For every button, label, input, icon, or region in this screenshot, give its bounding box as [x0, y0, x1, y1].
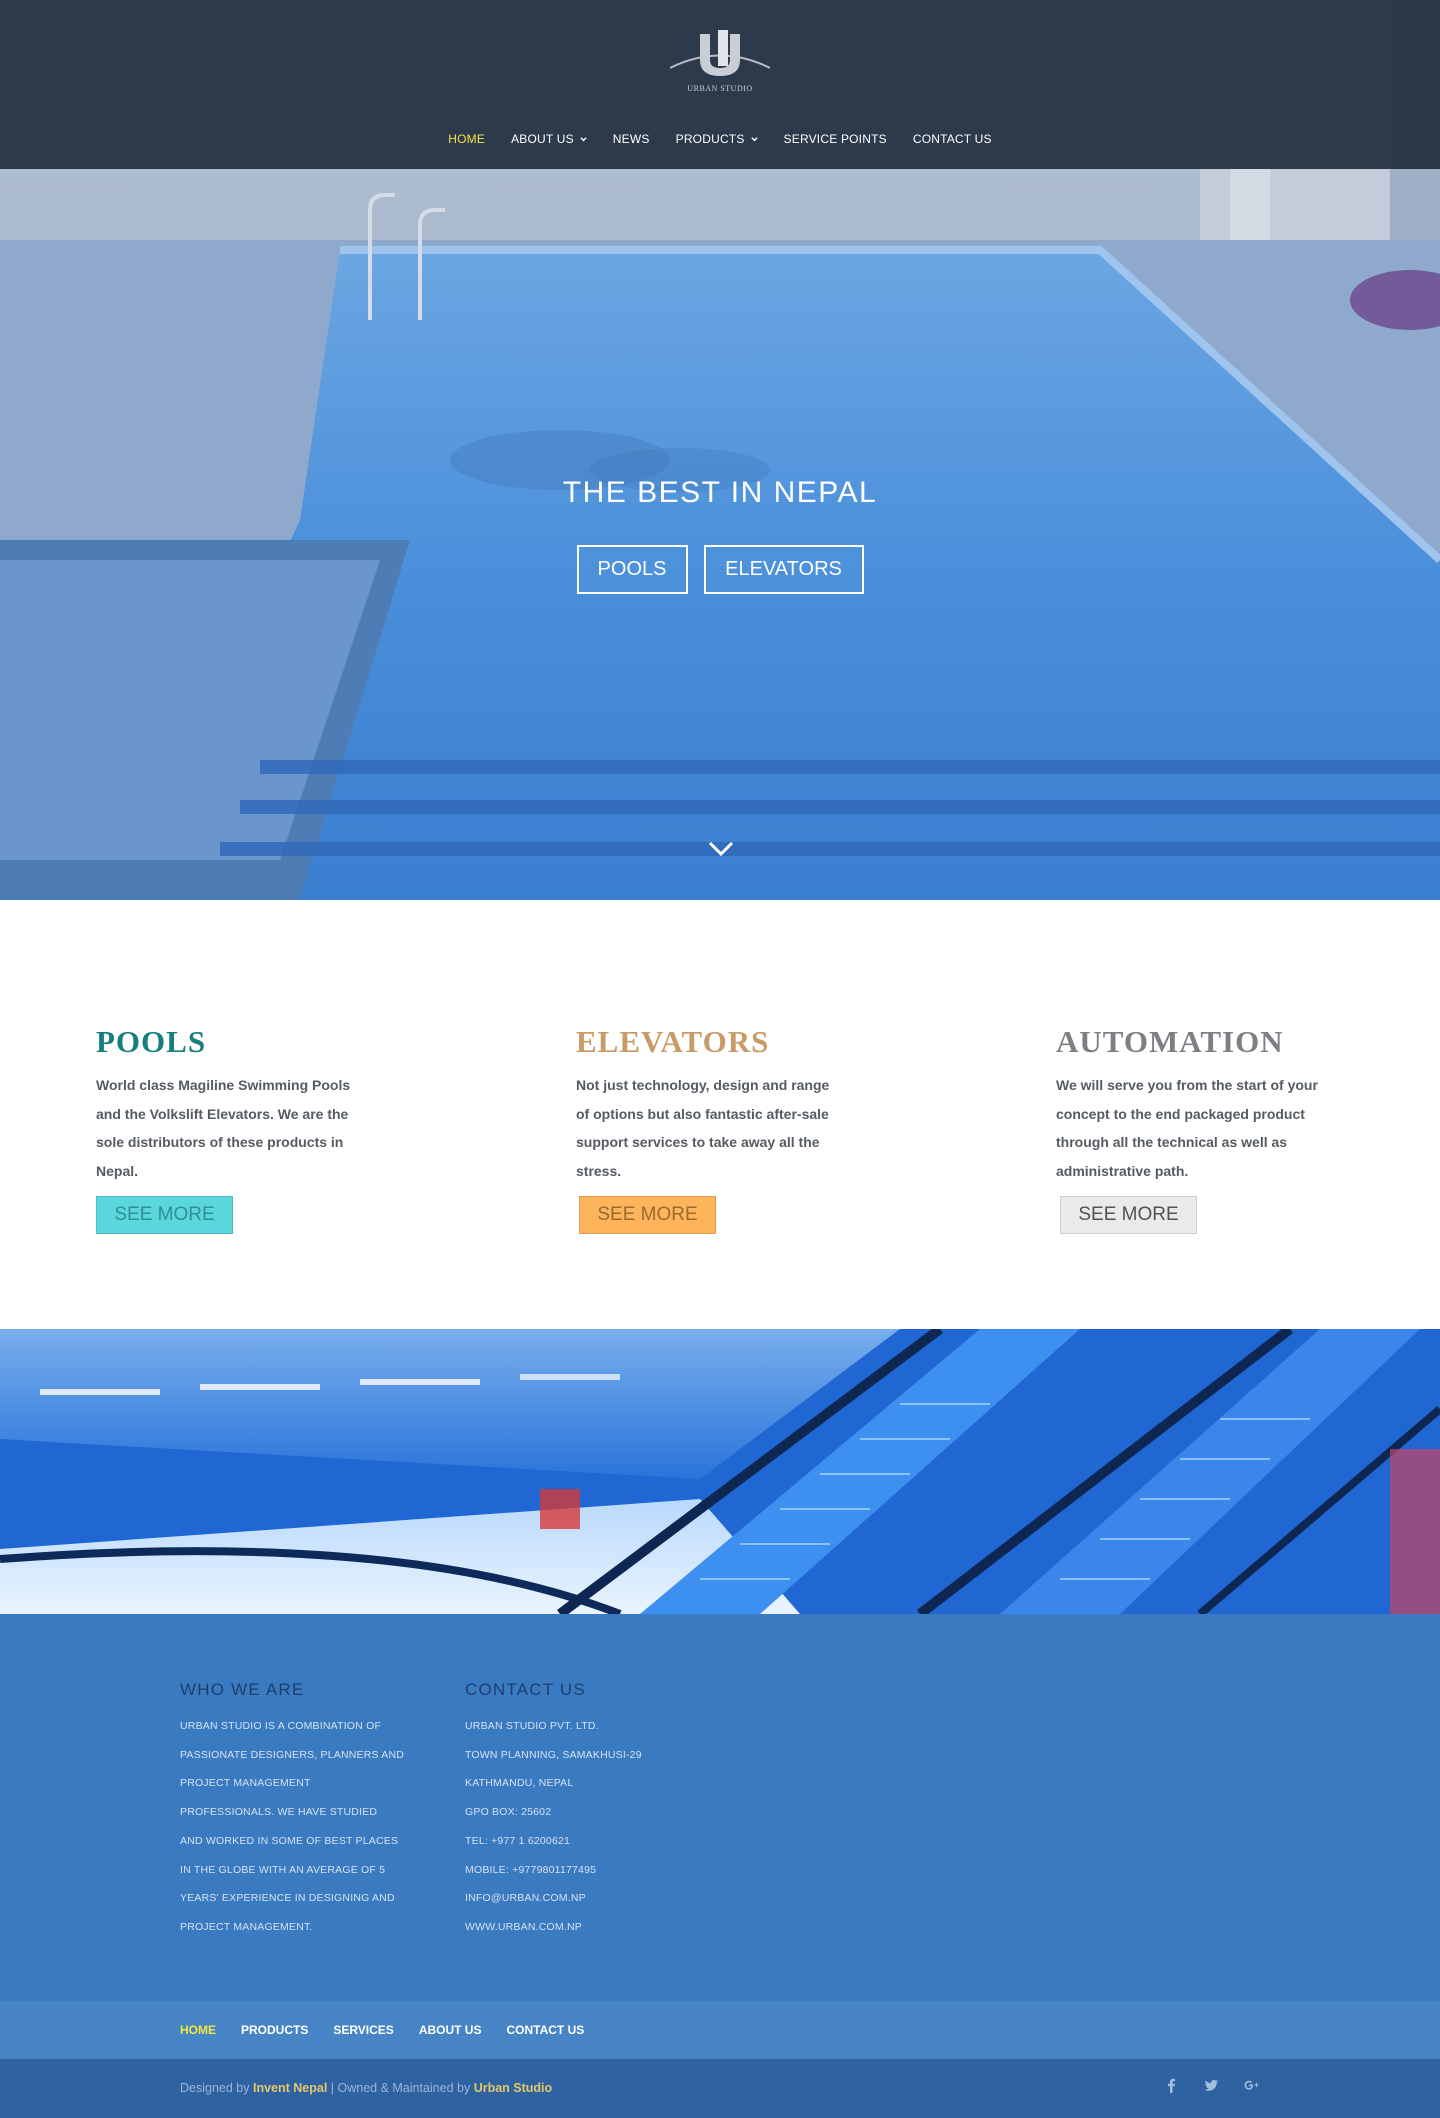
- feature-description: World class Magiline Swimming Pools and …: [96, 1077, 351, 1179]
- footer-text-line: GPO BOX: 25602: [465, 1806, 552, 1819]
- feature-title: POOLS: [96, 1024, 207, 1059]
- google-plus-icon[interactable]: [1244, 2078, 1259, 2093]
- nav-item-label: HOME: [448, 132, 486, 146]
- footer-text-line: TOWN PLANNING, SAMAKHUSI-29: [465, 1748, 642, 1761]
- feature-elevators: ELEVATORS Not just technology, design an…: [576, 1024, 866, 1234]
- nav-item-label: PRODUCTS: [675, 132, 745, 146]
- footer-text-line: YEARS' EXPERIENCE IN DESIGNING AND: [180, 1892, 395, 1905]
- footer-text-line: KATHMANDU, NEPAL: [465, 1777, 574, 1790]
- twitter-icon[interactable]: [1204, 2078, 1219, 2093]
- footer-text-line: TEL: +977 1 6200621: [465, 1834, 571, 1847]
- social-links: [1164, 2078, 1259, 2093]
- see-more-elevators-button[interactable]: SEE MORE: [579, 1196, 716, 1234]
- elevators-button[interactable]: ELEVATORS: [703, 545, 864, 594]
- feature-description: We will serve you from the start of your…: [1056, 1077, 1318, 1179]
- footer-about-text: URBAN STUDIO IS A COMBINATION OF PASSIONA…: [180, 1712, 410, 1942]
- chevron-down-icon[interactable]: [708, 840, 734, 858]
- designed-by-prefix: Designed by: [180, 2081, 253, 2095]
- facebook-icon[interactable]: [1164, 2078, 1179, 2093]
- owner-link[interactable]: Urban Studio: [474, 2081, 552, 2095]
- chevron-down-icon: [580, 136, 587, 141]
- see-more-pools-button[interactable]: SEE MORE: [96, 1196, 233, 1234]
- feature-pools: POOLS World class Magiline Swimming Pool…: [96, 1024, 386, 1234]
- footer-text-line: INFO@URBAN.COM.NP: [465, 1892, 586, 1905]
- footer-text-line: MOBILE: +9779801177495: [465, 1863, 597, 1876]
- footer-text-line: PROJECT MANAGEMENT: [180, 1777, 311, 1790]
- footer-heading: CONTACT US: [465, 1680, 586, 1699]
- footer-contact-details: URBAN STUDIO PVT. LTD. TOWN PLANNING, SAM…: [465, 1712, 695, 1942]
- copyright-bar: Designed by Invent Nepal | Owned & Maint…: [0, 2059, 1440, 2118]
- footer-nav-home[interactable]: HOME: [180, 2023, 216, 2037]
- footer-navigation: HOME PRODUCTS SERVICES ABOUT US CONTACT US: [0, 2001, 1440, 2059]
- footer-contact-us: CONTACT US URBAN STUDIO PVT. LTD. TOWN PL…: [465, 1680, 695, 1942]
- footer-text-line: AND WORKED IN SOME OF BEST PLACES: [180, 1834, 399, 1847]
- pools-button[interactable]: POOLS: [576, 545, 688, 594]
- footer-text-line: PROFESSIONALS. WE HAVE STUDIED: [180, 1806, 378, 1819]
- footer-text-line: IN THE GLOBE WITH AN AVERAGE OF 5: [180, 1863, 386, 1876]
- feature-description: Not just technology, design and range of…: [576, 1077, 830, 1179]
- nav-list: HOME ABOUT US NEWS PRODUCTS SERVICE POINTS CO…: [435, 130, 1004, 148]
- footer-nav-contact-us[interactable]: CONTACT US: [506, 2023, 584, 2037]
- designer-link[interactable]: Invent Nepal: [253, 2081, 327, 2095]
- nav-item-label: NEWS: [612, 132, 650, 146]
- footer-nav-about-us[interactable]: ABOUT US: [419, 2023, 482, 2037]
- footer-nav-list: HOME PRODUCTS SERVICES ABOUT US CONTACT US: [180, 2023, 609, 2037]
- escalator-illustration: [0, 1329, 1440, 1614]
- main-navigation: HOME ABOUT US NEWS PRODUCTS SERVICE POINTS CO…: [0, 130, 1440, 148]
- footer-text-line: PASSIONATE DESIGNERS, PLANNERS AND: [180, 1748, 405, 1761]
- nav-item-label: SERVICE POINTS: [783, 132, 887, 146]
- logo-text: URBAN STUDIO: [687, 84, 753, 93]
- chevron-down-icon: [750, 136, 758, 141]
- features-section: POOLS World class Magiline Swimming Pool…: [0, 900, 1440, 1329]
- nav-item-about-us[interactable]: ABOUT US: [498, 130, 600, 148]
- nav-item-contact-us[interactable]: CONTACT US: [900, 130, 1005, 148]
- footer-text-line: URBAN STUDIO PVT. LTD.: [465, 1720, 599, 1732]
- feature-title: AUTOMATION: [1056, 1024, 1284, 1059]
- nav-item-news[interactable]: NEWS: [600, 130, 663, 148]
- copyright-separator: | Owned & Maintained by: [327, 2081, 474, 2095]
- logo-mark-icon: [670, 30, 770, 76]
- escalator-banner-image: [0, 1329, 1440, 1614]
- feature-title: ELEVATORS: [576, 1024, 770, 1059]
- feature-automation: AUTOMATION We will serve you from the st…: [1056, 1024, 1346, 1234]
- site-footer: WHO WE ARE URBAN STUDIO IS A COMBINATION…: [0, 1614, 1440, 2001]
- hero-title: THE BEST IN NEPAL: [562, 476, 878, 509]
- nav-item-label: CONTACT US: [912, 132, 992, 146]
- site-logo[interactable]: URBAN STUDIO: [670, 28, 770, 98]
- hero-button-group: POOLS ELEVATORS: [0, 545, 1440, 594]
- see-more-automation-button[interactable]: SEE MORE: [1060, 1196, 1197, 1234]
- footer-text-line: URBAN STUDIO IS A COMBINATION OF: [180, 1720, 382, 1732]
- site-header: URBAN STUDIO HOME ABOUT US NEWS PRODUCTS SER…: [0, 0, 1440, 169]
- footer-nav-products[interactable]: PRODUCTS: [241, 2023, 308, 2037]
- nav-item-label: ABOUT US: [511, 132, 574, 146]
- nav-item-service-points[interactable]: SERVICE POINTS: [771, 130, 900, 148]
- footer-text-line: PROJECT MANAGEMENT.: [180, 1920, 313, 1933]
- footer-text-line: WWW.URBAN.COM.NP: [465, 1920, 582, 1933]
- copyright-text: Designed by Invent Nepal | Owned & Maint…: [180, 2081, 552, 2095]
- nav-item-products[interactable]: PRODUCTS: [663, 130, 771, 148]
- footer-who-we-are: WHO WE ARE URBAN STUDIO IS A COMBINATION…: [180, 1680, 410, 1942]
- footer-heading: WHO WE ARE: [180, 1680, 305, 1699]
- nav-item-home[interactable]: HOME: [435, 130, 498, 148]
- footer-nav-services[interactable]: SERVICES: [333, 2023, 393, 2037]
